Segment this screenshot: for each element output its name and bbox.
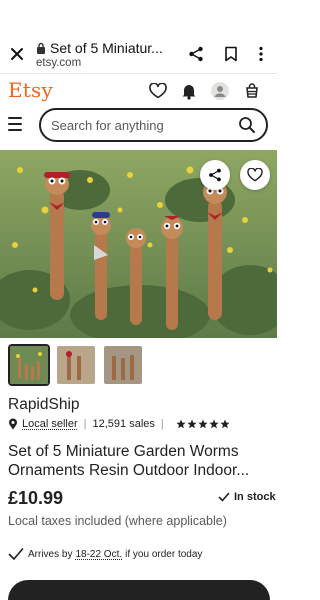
stock-label: In stock <box>234 491 276 503</box>
thumbnail-1[interactable] <box>8 344 50 386</box>
avatar-icon[interactable] <box>209 80 231 102</box>
lock-icon <box>37 42 45 54</box>
browser-title-area[interactable]: Set of 5 Miniatur... etsy.com <box>36 40 176 69</box>
shop-meta: Local seller | 12,591 sales | <box>8 418 230 430</box>
shop-name[interactable]: RapidShip <box>8 396 80 414</box>
thumbnail-3[interactable] <box>102 344 144 386</box>
delivery-prefix: Arrives by <box>28 548 73 560</box>
page-url: etsy.com <box>36 57 82 69</box>
sales-count: 12,591 sales <box>92 418 155 430</box>
add-to-basket-button[interactable] <box>8 580 270 600</box>
bell-icon[interactable] <box>178 80 200 102</box>
close-icon[interactable] <box>6 43 28 65</box>
menu-icon[interactable] <box>8 115 26 133</box>
share-listing-button[interactable] <box>200 160 230 190</box>
search-input[interactable] <box>51 116 231 134</box>
delivery-date[interactable]: 18-22 Oct. <box>75 549 122 560</box>
delivery-suffix: if you order today <box>125 548 203 560</box>
etsy-logo[interactable]: Etsy <box>8 78 53 102</box>
star-icon <box>220 419 230 429</box>
bookmark-icon[interactable] <box>220 43 242 65</box>
delivery-estimate: Arrives by 18-22 Oct. if you order today <box>8 547 202 561</box>
share-icon <box>209 168 221 182</box>
local-seller-link[interactable]: Local seller <box>22 418 78 430</box>
star-icon <box>209 419 219 429</box>
product-image[interactable] <box>0 150 277 338</box>
listing-title: Set of 5 Miniature Garden Worms Ornament… <box>8 443 250 479</box>
divider: | <box>83 418 87 430</box>
favorite-listing-button[interactable] <box>240 160 270 190</box>
checkmark-icon <box>218 492 230 502</box>
share-icon[interactable] <box>185 43 207 65</box>
search-bar[interactable] <box>39 108 268 142</box>
location-pin-icon <box>9 418 17 430</box>
star-icon <box>198 419 208 429</box>
page-title: Set of 5 Miniatur... <box>50 40 163 56</box>
thumbnail-strip <box>8 344 144 386</box>
checkmark-icon <box>8 548 24 560</box>
cart-icon[interactable] <box>241 80 263 102</box>
star-icon <box>187 419 197 429</box>
taxes-note: Local taxes included (where applicable) <box>8 514 227 528</box>
divider: | <box>160 418 164 430</box>
favorites-heart-icon[interactable] <box>147 80 169 102</box>
search-icon[interactable] <box>238 116 256 134</box>
star-icon <box>176 419 186 429</box>
heart-icon <box>247 168 263 182</box>
star-rating[interactable] <box>176 419 230 429</box>
more-options-icon[interactable] <box>252 43 270 65</box>
browser-toolbar: Set of 5 Miniatur... etsy.com <box>0 0 277 74</box>
stock-status: In stock <box>218 491 276 503</box>
thumbnail-2[interactable] <box>55 344 97 386</box>
listing-price: £10.99 <box>8 488 64 508</box>
